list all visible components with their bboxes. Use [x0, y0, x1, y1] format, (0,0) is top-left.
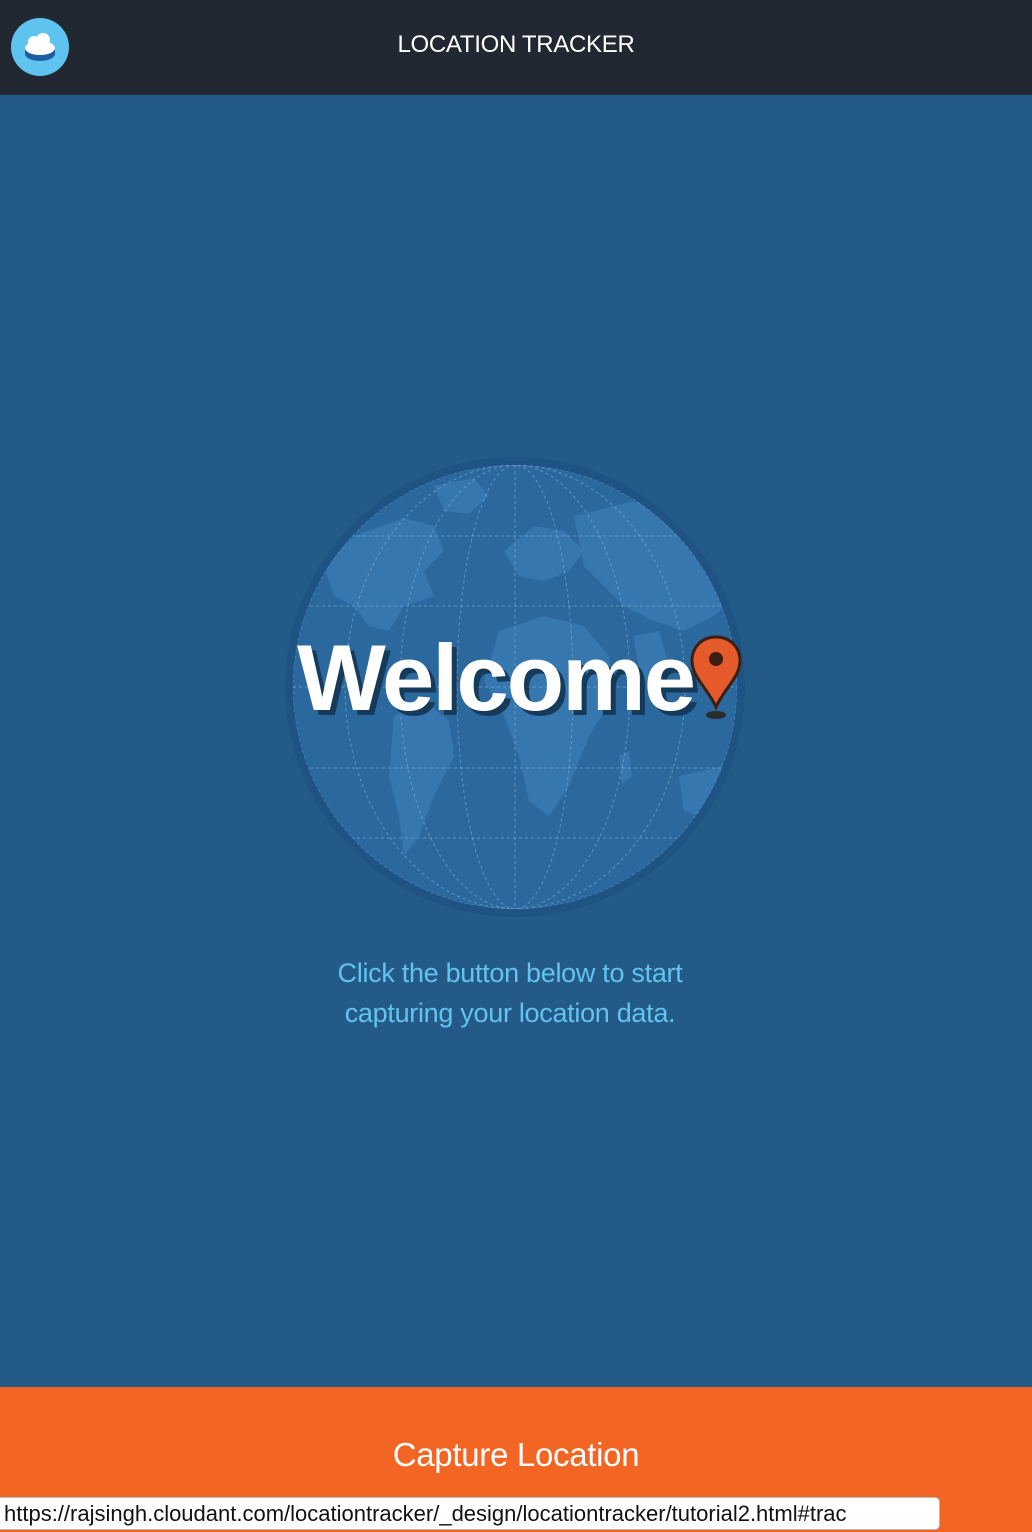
status-bar-url: https://rajsingh.cloudant.com/locationtr… [0, 1497, 940, 1530]
app-header: LOCATION TRACKER [0, 0, 1032, 95]
map-pin-icon [688, 633, 744, 723]
capture-location-label: Capture Location [392, 1436, 640, 1473]
page-title: LOCATION TRACKER [397, 31, 635, 58]
instruction-text: Click the button below to start capturin… [260, 953, 760, 1033]
main-content: Welcome Click the button below to start … [0, 95, 1032, 1387]
instruction-line-1: Click the button below to start [337, 958, 683, 988]
welcome-heading: Welcome [297, 625, 696, 730]
instruction-line-2: capturing your location data. [344, 998, 676, 1028]
